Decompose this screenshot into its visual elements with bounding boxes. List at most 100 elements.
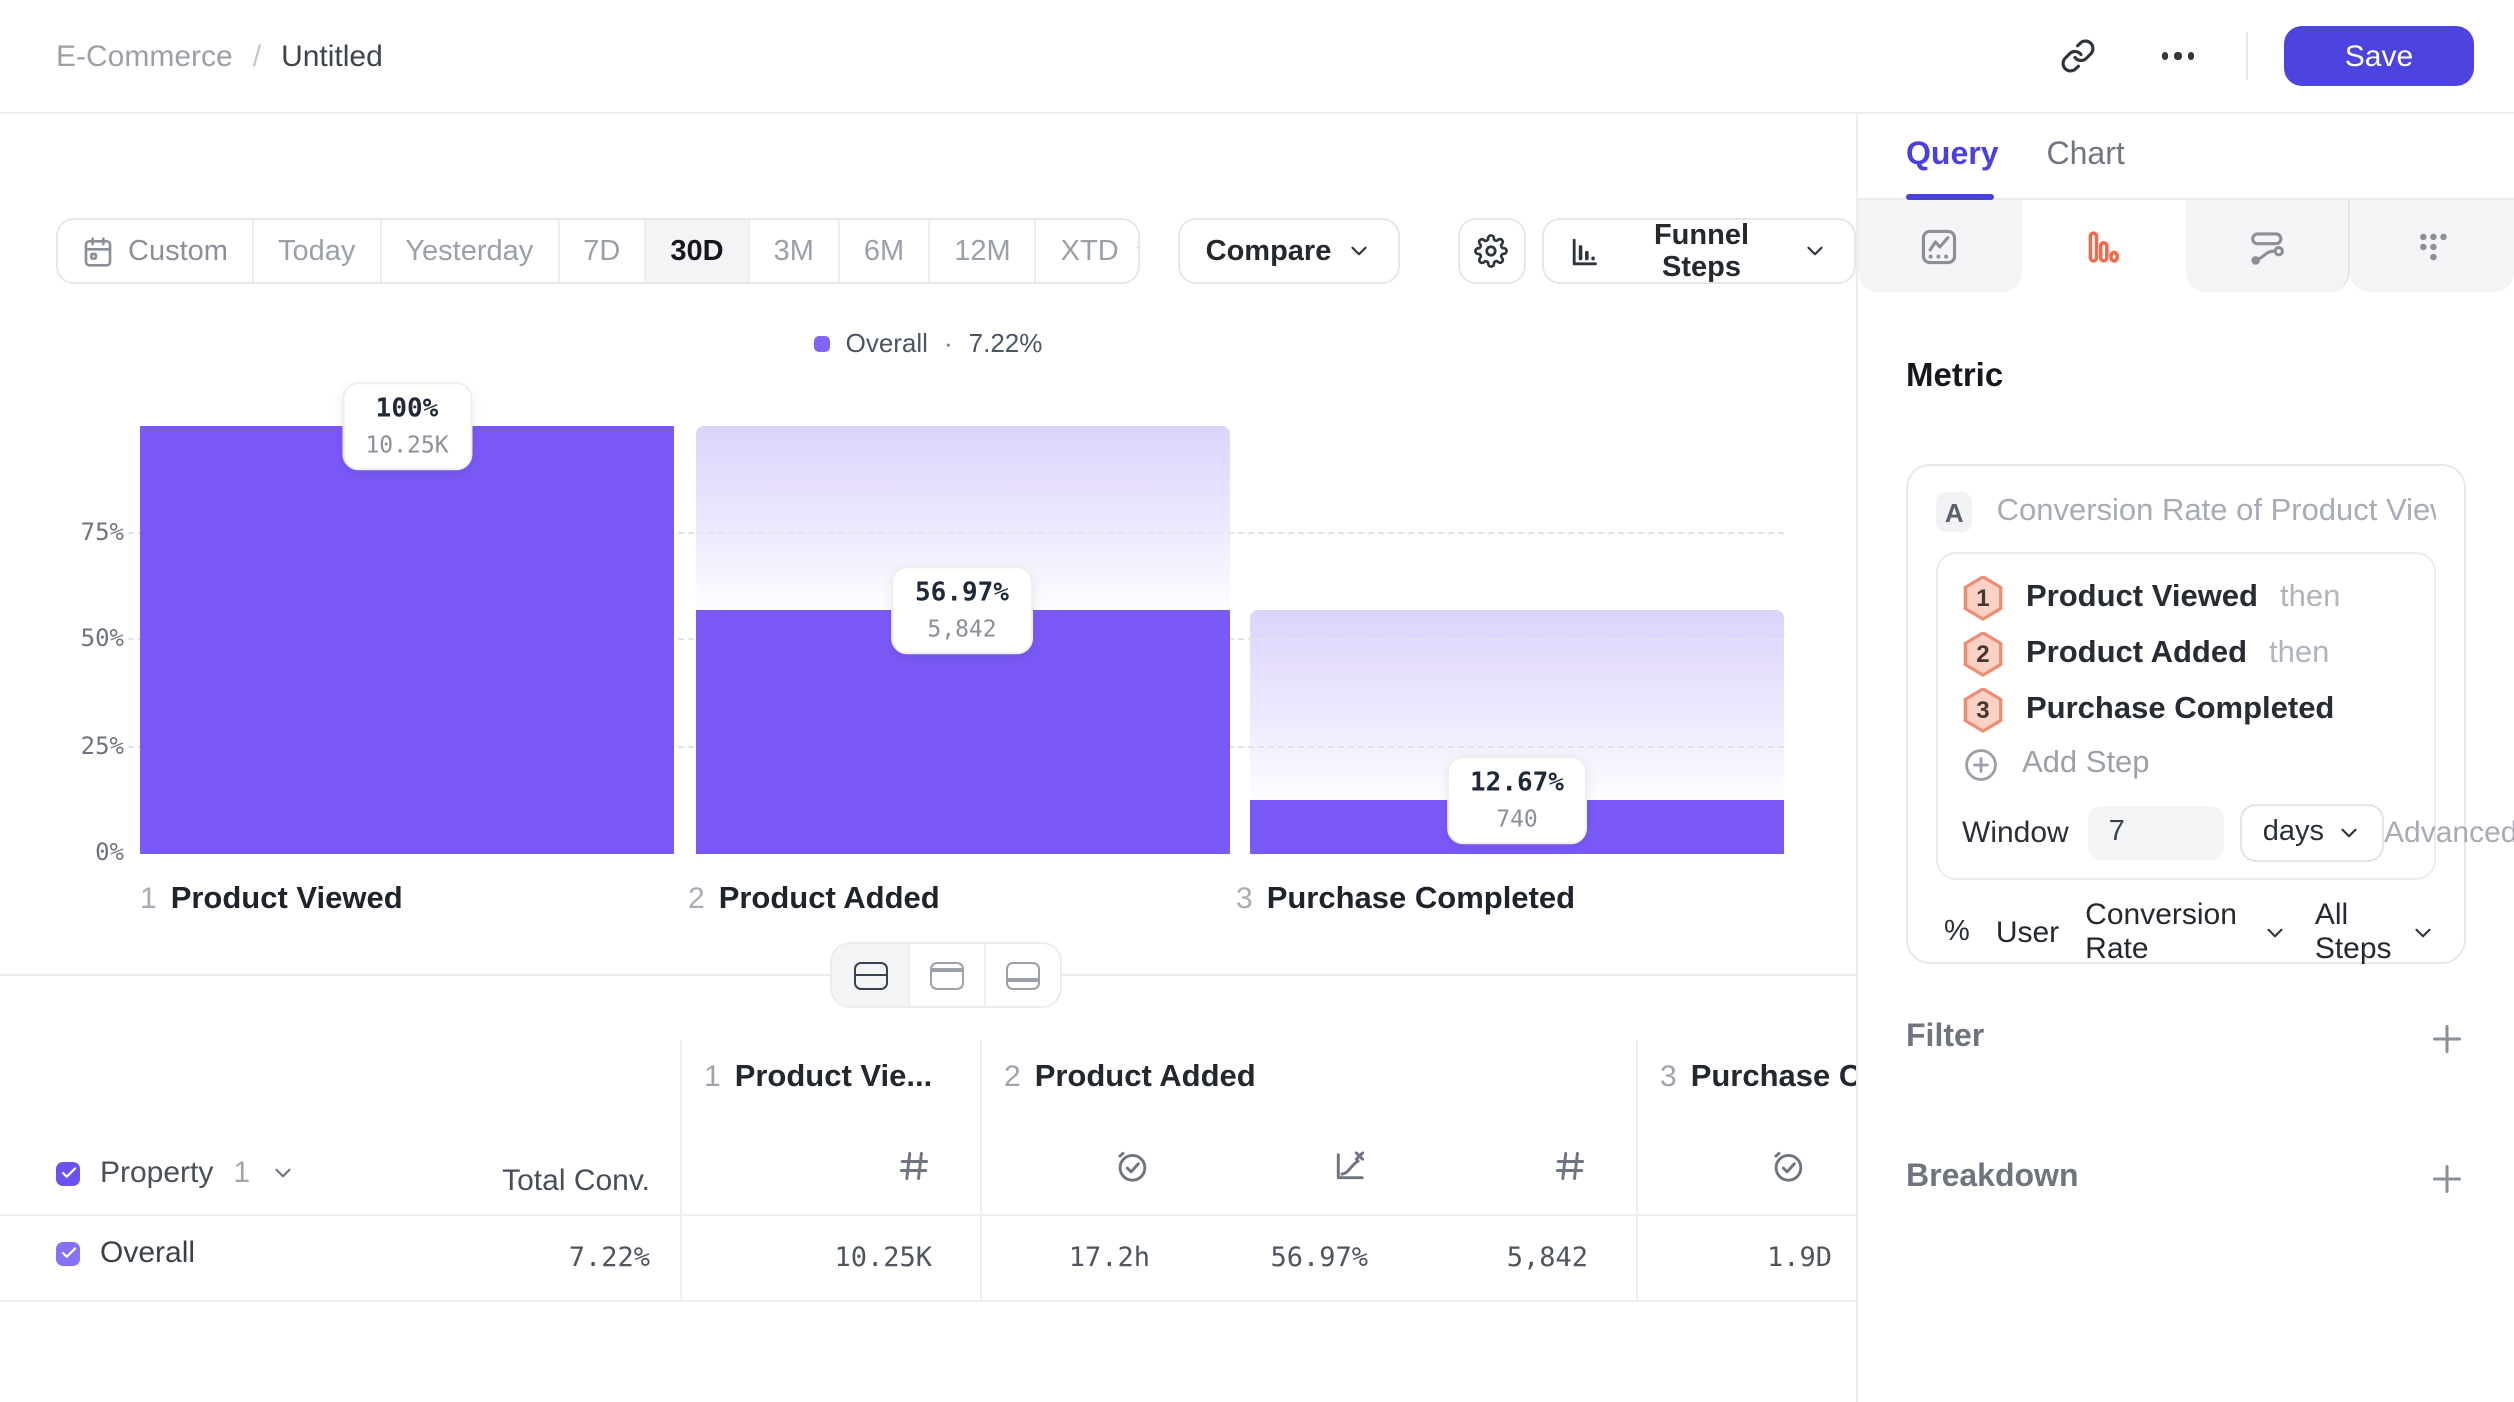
step-connector: then xyxy=(2280,580,2340,616)
group-name: Purchase Completed xyxy=(1691,1060,1856,1096)
breadcrumb-report-title[interactable]: Untitled xyxy=(281,39,383,73)
date-range-custom[interactable]: Custom xyxy=(58,220,252,282)
report-canvas: Custom Today Yesterday 7D 30D 3M 6M 12M … xyxy=(0,114,1856,1402)
metric-section-title: Metric xyxy=(1906,358,2003,396)
step-label-2: 2 Product Added xyxy=(688,882,1215,918)
chevron-down-icon xyxy=(2263,919,2289,945)
row-divider xyxy=(0,1300,1856,1302)
step-event-name: Product Viewed xyxy=(2026,580,2258,616)
funnel-count: 10.25K xyxy=(365,428,448,460)
legend-series: Overall xyxy=(846,328,928,358)
funnel-bar-product-added[interactable]: 56.97% 5,842 xyxy=(695,426,1229,854)
chart-type-insights[interactable] xyxy=(1858,200,2022,292)
funnel-steps-icon xyxy=(1571,235,1601,267)
funnel-analysis-app: E-Commerce / Untitled Save xyxy=(0,0,2514,1402)
count-column-hash-icon[interactable] xyxy=(1552,1148,1588,1184)
step-number-badge: 2 xyxy=(1962,631,2004,677)
measure-type-dropdown[interactable]: Conversion Rate xyxy=(2085,898,2289,966)
chevron-down-icon xyxy=(1802,238,1828,264)
query-step-1[interactable]: 1 Product Viewed then xyxy=(1962,570,2410,626)
date-range-12m[interactable]: 12M xyxy=(928,220,1034,282)
tab-chart[interactable]: Chart xyxy=(2047,138,2125,174)
conversion-window-row: Window days Advanced xyxy=(1962,802,2410,862)
ellipsis-icon xyxy=(2162,53,2194,60)
chevron-down-icon xyxy=(2410,919,2436,945)
chart-type-switcher xyxy=(1858,200,2514,292)
measure-entity[interactable]: User xyxy=(1996,915,2059,949)
cell-step3-avgtime: 1.9D xyxy=(1636,1242,1832,1274)
chart-view-selector-button[interactable]: Funnel Steps xyxy=(1543,218,1856,284)
table-group-header-3[interactable]: 3 Purchase Completed xyxy=(1660,1060,1856,1096)
avg-time-clock-check-icon[interactable] xyxy=(1770,1148,1806,1184)
chart-settings-button[interactable] xyxy=(1457,218,1526,284)
window-label: Window xyxy=(1962,815,2069,849)
add-breakdown-button[interactable] xyxy=(2428,1159,2466,1197)
legend-separator: · xyxy=(944,328,953,358)
compare-label: Compare xyxy=(1206,235,1332,267)
legend-value: 7.22% xyxy=(969,328,1043,358)
chart-type-flows[interactable] xyxy=(2185,200,2351,292)
split-view-icon xyxy=(853,961,887,989)
chart-type-more[interactable] xyxy=(2351,200,2514,292)
date-range-3m[interactable]: 3M xyxy=(748,220,838,282)
window-unit-label: days xyxy=(2263,816,2324,848)
insights-chart-icon xyxy=(1919,225,1961,267)
save-button[interactable]: Save xyxy=(2284,26,2474,86)
metric-series-row[interactable]: A Conversion Rate of Product View... xyxy=(1936,492,2436,532)
date-range-7d[interactable]: 7D xyxy=(557,220,644,282)
add-step-button[interactable]: Add Step xyxy=(1962,738,2410,790)
top-bar: E-Commerce / Untitled Save xyxy=(0,0,2514,114)
calendar-icon xyxy=(82,235,114,267)
date-range-30d-active[interactable]: 30D xyxy=(644,220,747,282)
add-step-label: Add Step xyxy=(2022,746,2150,782)
breadcrumb-project[interactable]: E-Commerce xyxy=(56,39,233,73)
share-link-button[interactable] xyxy=(2046,24,2110,88)
total-conv-header[interactable]: Total Conv. xyxy=(0,1164,650,1198)
date-range-yesterday[interactable]: Yesterday xyxy=(379,220,557,282)
funnel-value-label: 100% 10.25K xyxy=(341,382,472,471)
y-axis-tick-75: 75% xyxy=(36,517,124,545)
table-group-header-2[interactable]: 2 Product Added xyxy=(1004,1060,1256,1096)
chevron-down-icon xyxy=(1133,238,1140,264)
compare-button[interactable]: Compare xyxy=(1178,218,1400,284)
query-step-2[interactable]: 2 Product Added then xyxy=(1962,626,2410,682)
date-range-xtd[interactable]: XTD xyxy=(1035,220,1140,282)
window-unit-select[interactable]: days xyxy=(2241,803,2384,861)
breakdown-section: Breakdown xyxy=(1906,1154,2466,1202)
add-filter-button[interactable] xyxy=(2428,1019,2466,1057)
group-number: 3 xyxy=(1660,1060,1677,1094)
funnel-count: 740 xyxy=(1470,802,1564,834)
tab-query[interactable]: Query xyxy=(1906,138,1999,174)
date-range-label: 7D xyxy=(583,235,620,267)
table-only-view-button[interactable] xyxy=(984,944,1060,1006)
date-range-6m[interactable]: 6M xyxy=(838,220,928,282)
measure-scope-label: All Steps xyxy=(2315,898,2400,966)
funnel-pct: 56.97% xyxy=(915,576,1009,612)
funnel-bar-purchase-completed[interactable]: 12.67% 740 xyxy=(1250,426,1784,854)
step-event-name: Purchase Completed xyxy=(2026,692,2334,728)
chart-only-view-button[interactable] xyxy=(908,944,984,1006)
measure-scope-dropdown[interactable]: All Steps xyxy=(2315,898,2436,966)
chart-type-funnel-active[interactable] xyxy=(2022,200,2186,292)
date-range-today[interactable]: Today xyxy=(252,220,379,282)
count-column-hash-icon[interactable] xyxy=(896,1148,932,1184)
conv-rate-chart-icon[interactable] xyxy=(1332,1148,1368,1184)
funnel-steps-card: 1 Product Viewed then 2 Product Added th… xyxy=(1936,552,2436,880)
legend-swatch xyxy=(814,335,830,351)
query-step-3[interactable]: 3 Purchase Completed xyxy=(1962,682,2410,738)
step-connector: then xyxy=(2269,636,2329,672)
more-options-button[interactable] xyxy=(2146,24,2210,88)
split-view-button[interactable] xyxy=(832,944,908,1006)
window-value-input[interactable] xyxy=(2089,805,2225,859)
date-range-label: 30D xyxy=(670,235,723,267)
chart-legend[interactable]: Overall · 7.22% xyxy=(0,328,1856,358)
table-group-header-1[interactable]: 1 Product Vie... xyxy=(704,1060,932,1096)
advanced-toggle[interactable]: Advanced xyxy=(2384,815,2514,849)
chevron-down-icon xyxy=(1345,238,1371,264)
step-number: 1 xyxy=(140,882,157,916)
avg-time-clock-check-icon[interactable] xyxy=(1114,1148,1150,1184)
funnel-bar-product-viewed[interactable]: 100% 10.25K xyxy=(140,426,674,854)
chevron-down-icon xyxy=(2336,819,2362,845)
layout-view-switcher xyxy=(830,942,1062,1008)
step-name: Product Added xyxy=(719,882,940,918)
